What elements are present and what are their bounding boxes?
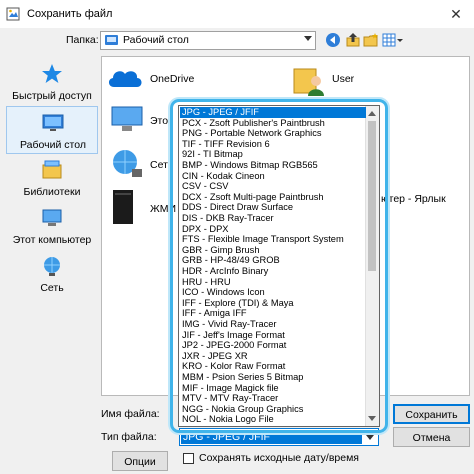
filetype-option[interactable]: BMP - Windows Bitmap RGB565 (180, 160, 366, 171)
desktop-icon (105, 35, 118, 45)
place-label: Библиотеки (23, 186, 81, 198)
up-folder-icon[interactable] (345, 32, 361, 48)
network-icon (113, 150, 142, 177)
filetype-option[interactable]: IFF - Amiga IFF (180, 308, 366, 319)
places-sidebar: Быстрый доступ Рабочий стол Библиотеки Э… (4, 56, 98, 306)
scrollbar-thumb[interactable] (368, 121, 376, 271)
filename-label: Имя файла: (101, 408, 160, 420)
save-button[interactable]: Сохранить (393, 404, 470, 424)
close-button[interactable]: ✕ (438, 0, 474, 28)
filetype-option[interactable]: FTS - Flexible Image Transport System (180, 234, 366, 245)
onedrive-icon (108, 71, 142, 87)
filetype-option[interactable]: GBR - Gimp Brush (180, 245, 366, 256)
filetype-option[interactable]: MIF - Image Magick file (180, 383, 366, 394)
filetype-option[interactable]: MTV - MTV Ray-Tracer (180, 393, 366, 404)
this-pc-icon (111, 106, 143, 131)
filetype-option[interactable]: TIF - TIFF Revision 6 (180, 139, 366, 150)
filetype-option[interactable]: HDR - ArcInfo Binary (180, 266, 366, 277)
place-label: Быстрый доступ (12, 90, 92, 102)
filetype-option[interactable]: IFF - Explore (TDI) & Maya (180, 298, 366, 309)
back-icon[interactable] (325, 32, 341, 48)
user-folder-icon (293, 68, 324, 96)
filetype-option[interactable]: MBM - Psion Series 5 Bitmap (180, 372, 366, 383)
folder-select[interactable]: Рабочий стол (100, 31, 316, 50)
folder-select-value: Рабочий стол (123, 34, 189, 46)
filetype-option[interactable]: CIN - Kodak Cineon (180, 171, 366, 182)
chevron-down-icon (304, 36, 312, 41)
view-menu-icon[interactable] (382, 32, 404, 48)
place-label: Этот компьютер (12, 234, 92, 246)
filetype-option[interactable]: JIF - Jeff's Image Format (180, 330, 366, 341)
network-icon (44, 257, 60, 276)
folder-label: Папка: (66, 34, 99, 46)
title-bar: Сохранить файл ✕ (0, 0, 474, 28)
file-item-onedrive[interactable]: OneDrive (150, 73, 194, 85)
filetype-option[interactable]: JPG - JPEG / JFIF (180, 107, 366, 118)
keep-dates-checkbox[interactable] (183, 453, 194, 464)
star-icon (42, 64, 62, 83)
filetype-option[interactable]: KRO - Kolor Raw Format (180, 361, 366, 372)
filetype-option[interactable]: PCX - Zsoft Publisher's Paintbrush (180, 118, 366, 129)
place-desktop[interactable]: Рабочий стол (6, 106, 98, 154)
place-libraries[interactable]: Библиотеки (6, 154, 98, 202)
place-network[interactable]: Сеть (6, 250, 98, 298)
place-quick-access[interactable]: Быстрый доступ (6, 58, 98, 106)
filetype-label: Тип файла: (101, 431, 157, 443)
filetype-option[interactable]: IMG - Vivid Ray-Tracer (180, 319, 366, 330)
chevron-down-icon (366, 435, 374, 440)
place-this-pc[interactable]: Этот компьютер (6, 202, 98, 250)
computer-icon (42, 209, 62, 226)
pc-case-icon (113, 190, 133, 224)
filetype-option[interactable]: DDS - Direct Draw Surface (180, 202, 366, 213)
scroll-up-icon[interactable] (368, 111, 376, 116)
filetype-option[interactable]: JP2 - JPEG-2000 Format (180, 340, 366, 351)
new-folder-icon[interactable] (363, 32, 379, 48)
filetype-option[interactable]: DCX - Zsoft Multi-page Paintbrush (180, 192, 366, 203)
filetype-option[interactable]: NGG - Nokia Group Graphics (180, 404, 366, 415)
cancel-button[interactable]: Отмена (393, 427, 470, 447)
save-file-dialog: Сохранить файл ✕ Папка: Рабочий стол Быс… (0, 0, 474, 474)
scroll-down-icon[interactable] (368, 416, 376, 421)
filetype-option[interactable]: NOL - Nokia Logo File (180, 414, 366, 425)
filetype-option[interactable]: ICO - Windows Icon (180, 287, 366, 298)
place-label: Сеть (40, 282, 64, 294)
filetype-dropdown-list[interactable]: JPG - JPEG / JFIF PCX - Zsoft Publisher's… (178, 105, 380, 427)
dropdown-scrollbar[interactable] (365, 106, 379, 426)
file-item-user[interactable]: User (332, 73, 354, 85)
filetype-option[interactable]: CSV - CSV (180, 181, 366, 192)
library-icon (42, 160, 62, 179)
place-label: Рабочий стол (20, 139, 86, 151)
options-button[interactable]: Опции (112, 451, 168, 471)
filetype-option[interactable]: GRB - HP-48/49 GROB (180, 255, 366, 266)
keep-dates-label: Сохранять исходные дату/время (199, 452, 359, 464)
file-item-shortcut[interactable]: ютер - Ярлык (381, 193, 446, 205)
app-icon (6, 7, 20, 21)
filetype-option[interactable]: DIS - DKB Ray-Tracer (180, 213, 366, 224)
window-title: Сохранить файл (27, 8, 113, 20)
filetype-option[interactable]: DPX - DPX (180, 224, 366, 235)
filetype-option[interactable]: HRU - HRU (180, 277, 366, 288)
filetype-option[interactable]: PNG - Portable Network Graphics (180, 128, 366, 139)
desktop-icon (42, 114, 64, 131)
filetype-option[interactable]: JXR - JPEG XR (180, 351, 366, 362)
filetype-option[interactable]: 92I - TI Bitmap (180, 149, 366, 160)
